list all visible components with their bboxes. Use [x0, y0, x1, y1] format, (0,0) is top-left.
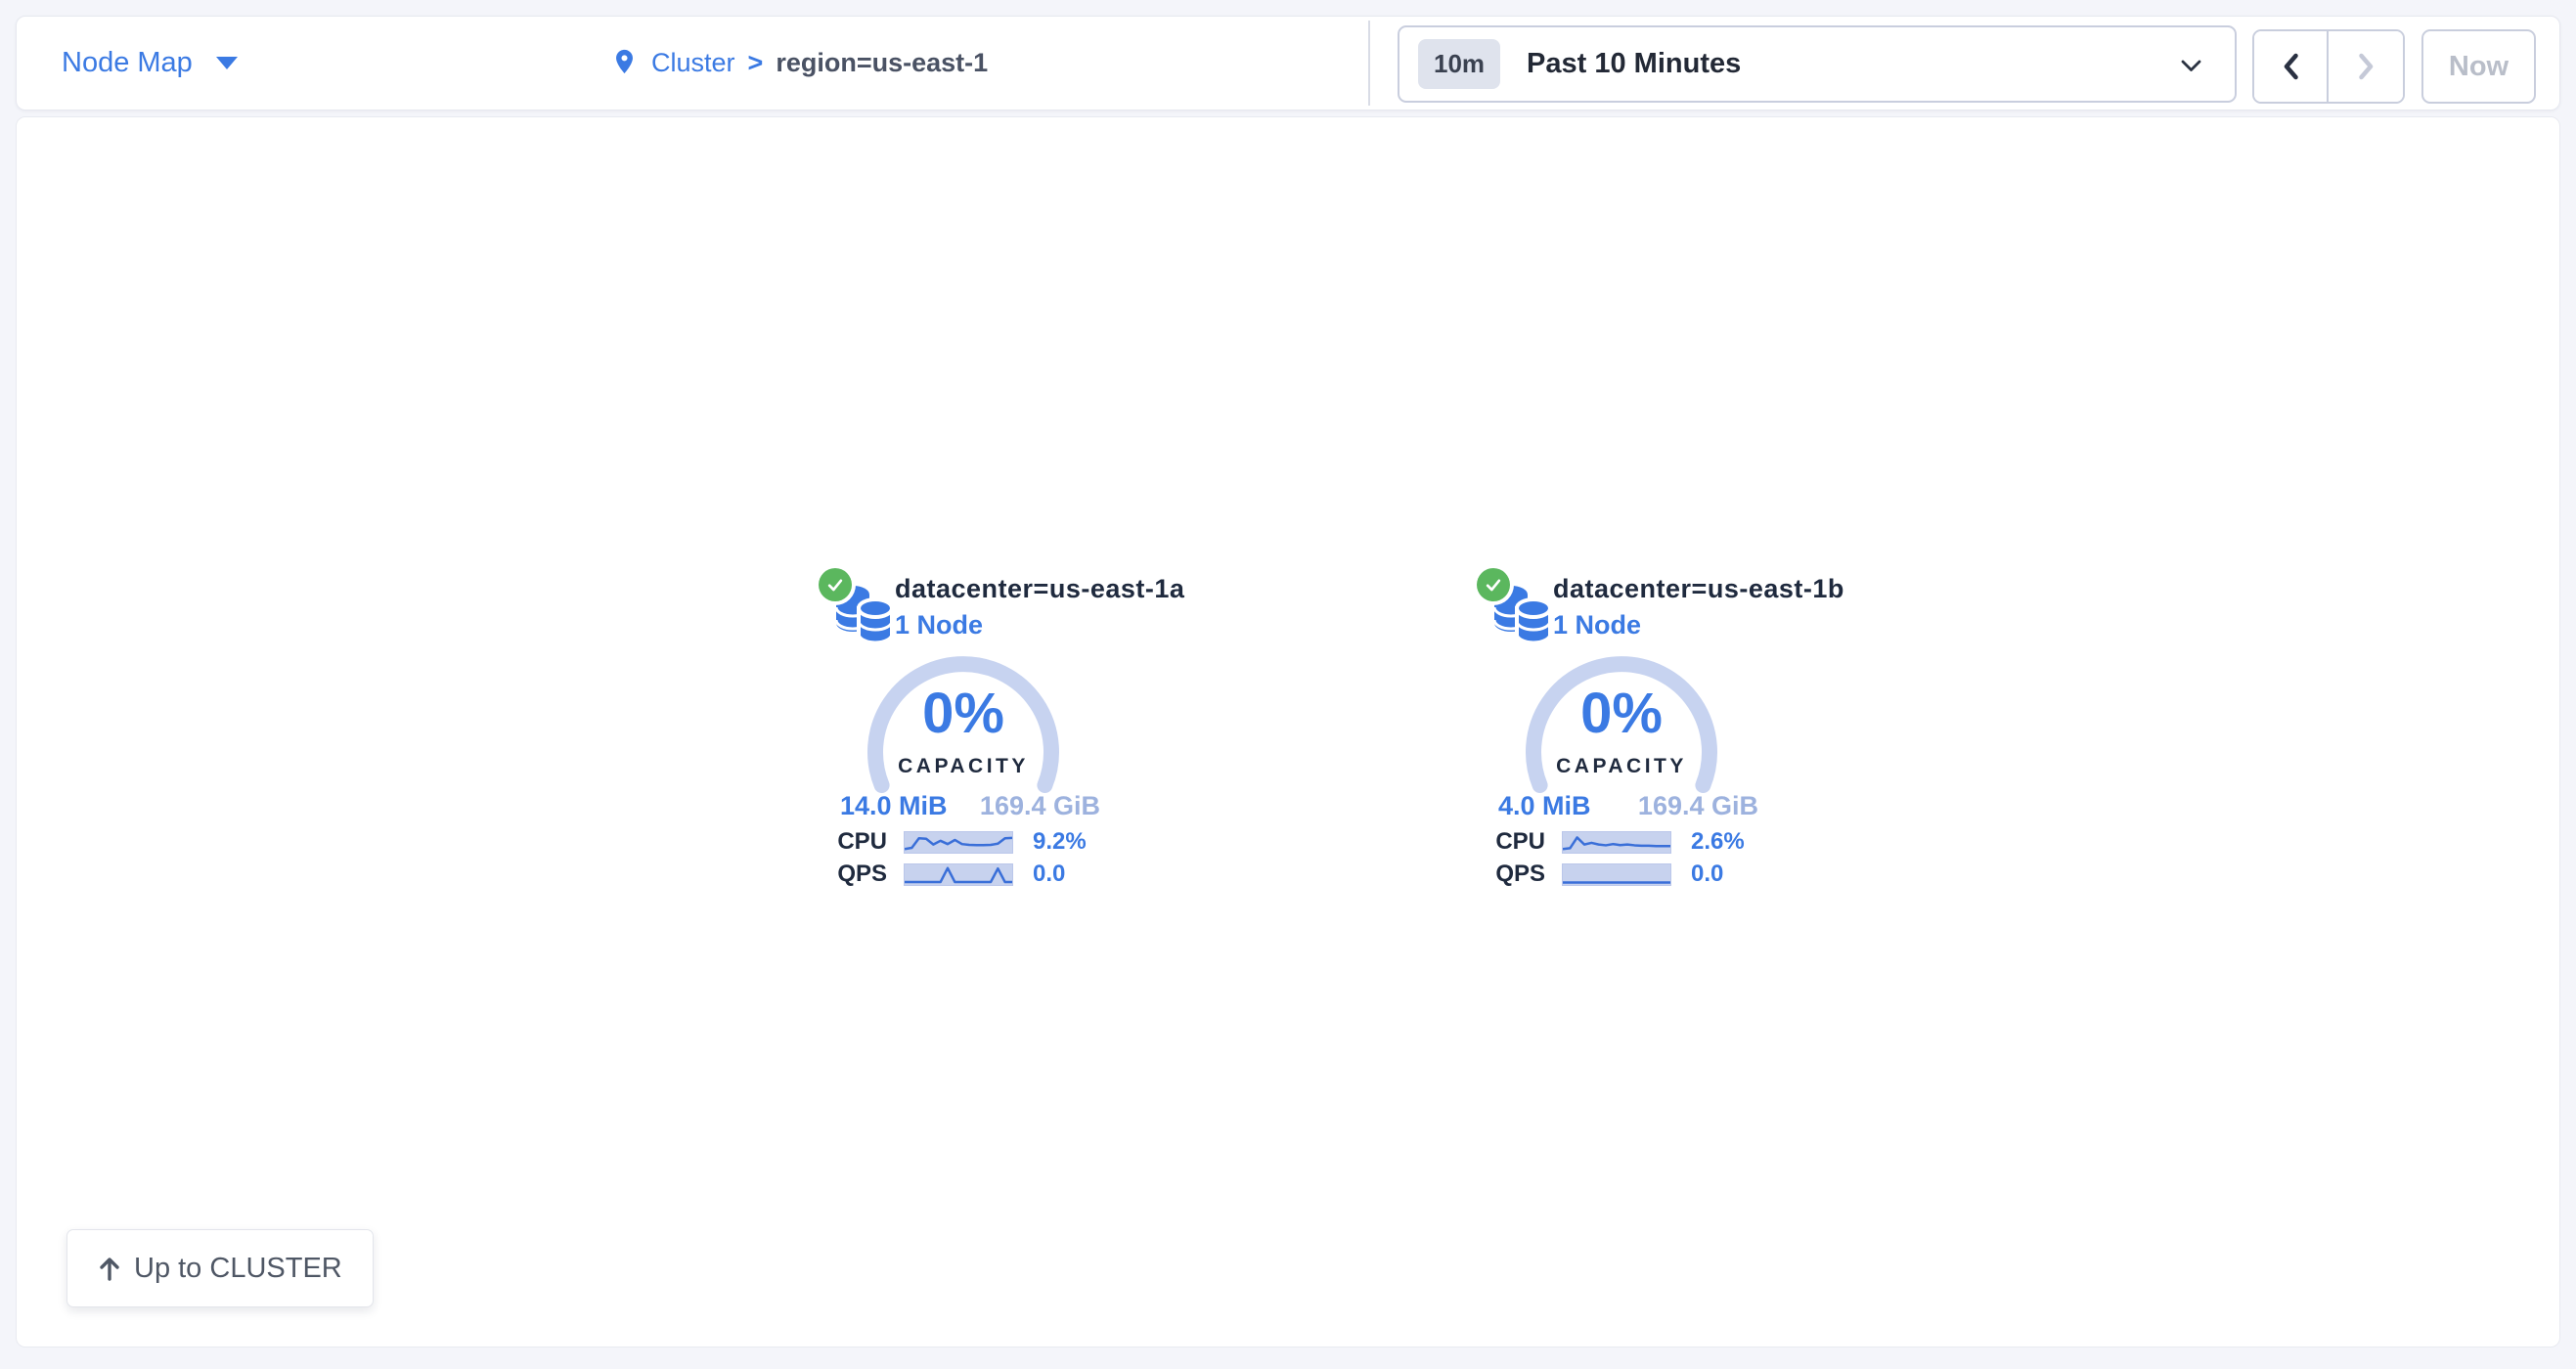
capacity-percent: 0%	[866, 681, 1061, 746]
breadcrumb-separator: >	[748, 48, 764, 78]
toolbar-divider	[1368, 21, 1370, 106]
qps-sparkline	[904, 863, 1013, 886]
up-to-cluster-label: Up to CLUSTER	[134, 1253, 342, 1285]
qps-value: 0.0	[1033, 861, 1065, 888]
qps-label: QPS	[826, 861, 887, 888]
capacity-total: 169.4 GiB	[980, 791, 1100, 821]
datacenter-card-us-east-1b[interactable]: datacenter=us-east-1b 1 Node 0% CAPACITY…	[1485, 568, 1758, 905]
qps-metric-row: QPS 0.0	[1485, 861, 1758, 888]
datacenter-card-us-east-1a[interactable]: datacenter=us-east-1a 1 Node 0% CAPACITY…	[826, 568, 1100, 905]
time-window-label: Past 10 Minutes	[1527, 48, 1741, 80]
capacity-used: 4.0 MiB	[1498, 791, 1591, 821]
next-timeframe-button[interactable]	[2329, 31, 2403, 102]
capacity-values-row: 14.0 MiB 169.4 GiB	[840, 791, 1100, 821]
capacity-values-row: 4.0 MiB 169.4 GiB	[1498, 791, 1758, 821]
datacenter-name: datacenter=us-east-1a	[895, 574, 1184, 604]
time-window-badge: 10m	[1418, 39, 1500, 89]
qps-metric-row: QPS 0.0	[826, 861, 1100, 888]
capacity-gauge: 0% CAPACITY	[1524, 654, 1719, 803]
cpu-metric-row: CPU 2.6%	[1485, 828, 1758, 856]
cpu-label: CPU	[826, 828, 887, 856]
datacenter-node-count: 1 Node	[895, 610, 983, 640]
datacenter-node-count: 1 Node	[1553, 610, 1641, 640]
capacity-used: 14.0 MiB	[840, 791, 948, 821]
chevron-right-icon	[2358, 53, 2375, 80]
cpu-sparkline	[1562, 831, 1671, 854]
cpu-label: CPU	[1485, 828, 1545, 856]
capacity-percent: 0%	[1524, 681, 1719, 746]
node-map-page: Node Map Cluster > region=us-east-1 10m …	[0, 0, 2576, 1369]
time-nav-group	[2252, 29, 2405, 104]
chevron-left-icon	[2283, 53, 2299, 80]
capacity-label: CAPACITY	[1524, 755, 1719, 778]
up-to-cluster-button[interactable]: Up to CLUSTER	[67, 1229, 374, 1307]
prev-timeframe-button[interactable]	[2254, 31, 2329, 102]
toolbar: Node Map Cluster > region=us-east-1 10m …	[16, 16, 2560, 110]
chevron-down-icon	[2181, 60, 2201, 72]
healthy-check-icon	[819, 568, 852, 601]
time-window-selector[interactable]: 10m Past 10 Minutes	[1398, 25, 2237, 103]
cpu-value: 9.2%	[1033, 828, 1087, 856]
datacenter-name: datacenter=us-east-1b	[1553, 574, 1844, 604]
qps-sparkline	[1562, 863, 1671, 886]
up-arrow-icon	[98, 1256, 121, 1281]
cpu-metric-row: CPU 9.2%	[826, 828, 1100, 856]
now-button[interactable]: Now	[2421, 29, 2536, 104]
cpu-value: 2.6%	[1691, 828, 1745, 856]
healthy-check-icon	[1477, 568, 1510, 601]
view-selector-label: Node Map	[62, 47, 193, 79]
cpu-sparkline	[904, 831, 1013, 854]
view-selector-dropdown[interactable]: Node Map	[62, 17, 238, 110]
capacity-gauge: 0% CAPACITY	[866, 654, 1061, 803]
caret-down-icon	[216, 57, 238, 69]
qps-value: 0.0	[1691, 861, 1723, 888]
location-pin-icon	[610, 44, 639, 79]
qps-label: QPS	[1485, 861, 1545, 888]
capacity-label: CAPACITY	[866, 755, 1061, 778]
breadcrumb-current: region=us-east-1	[776, 48, 988, 78]
breadcrumb-cluster-link[interactable]: Cluster	[651, 48, 735, 78]
node-map-canvas: datacenter=us-east-1a 1 Node 0% CAPACITY…	[16, 116, 2560, 1347]
breadcrumb: Cluster > region=us-east-1	[610, 17, 988, 110]
capacity-total: 169.4 GiB	[1638, 791, 1758, 821]
